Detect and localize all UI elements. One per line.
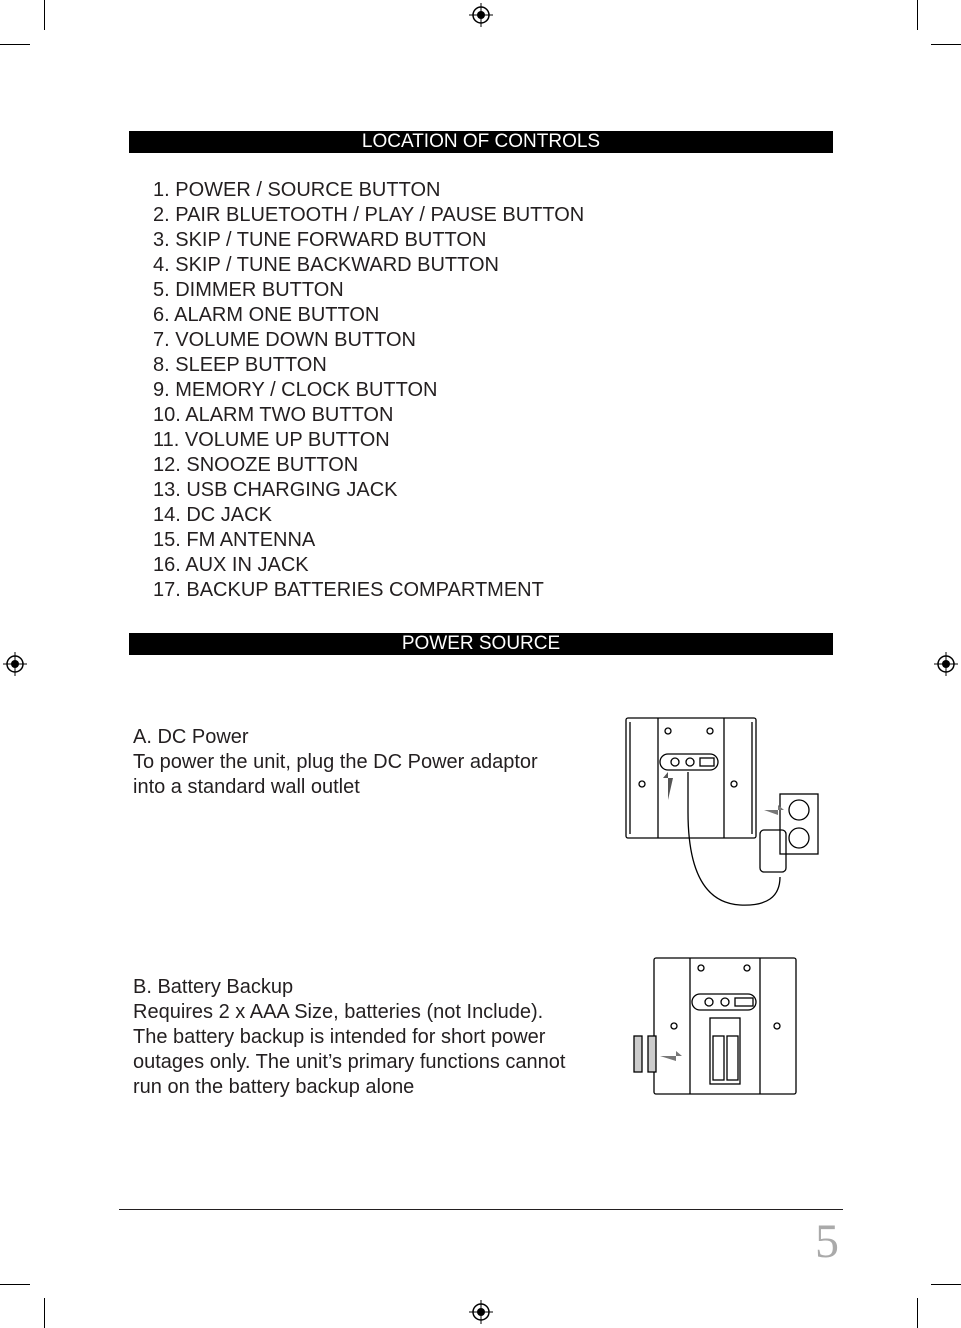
dc-power-line: into a standard wall outlet: [133, 776, 360, 798]
battery-backup-heading: B. Battery Backup: [133, 976, 294, 998]
control-item: 12. SNOOZE BUTTON: [153, 454, 359, 476]
control-item: 4. SKIP / TUNE BACKWARD BUTTON: [153, 254, 499, 276]
controls-list: 1. POWER / SOURCE BUTTON 2. PAIR BLUETOOT…: [153, 178, 584, 603]
dc-power-text: A. DC Power To power the unit, plug the …: [133, 725, 538, 800]
footer-rule: [119, 1209, 843, 1210]
control-item: 10. ALARM TWO BUTTON: [153, 404, 394, 426]
registration-mark-icon: [469, 1300, 493, 1324]
control-item: 11. VOLUME UP BUTTON: [153, 429, 390, 451]
section-header-controls: LOCATION OF CONTROLS: [129, 131, 833, 153]
control-item: 5. DIMMER BUTTON: [153, 279, 344, 301]
registration-mark-icon: [3, 652, 27, 676]
control-item: 6. ALARM ONE BUTTON: [153, 304, 380, 326]
battery-backup-illustration: [633, 957, 797, 1095]
control-item: 13. USB CHARGING JACK: [153, 479, 398, 501]
dc-power-line: To power the unit, plug the DC Power ada…: [133, 751, 538, 773]
control-item: 3. SKIP / TUNE FORWARD BUTTON: [153, 229, 487, 251]
control-item: 9. MEMORY / CLOCK BUTTON: [153, 379, 438, 401]
section-header-power: POWER SOURCE: [129, 633, 833, 655]
battery-backup-text: B. Battery Backup Requires 2 x AAA Size,…: [133, 975, 565, 1100]
control-item: 2. PAIR BLUETOOTH / PLAY / PAUSE BUTTON: [153, 204, 585, 226]
dc-power-heading: A. DC Power: [133, 726, 249, 748]
battery-backup-line: The battery backup is intended for short…: [133, 1026, 546, 1048]
control-item: 16. AUX IN JACK: [153, 554, 309, 576]
control-item: 17. BACKUP BATTERIES COMPARTMENT: [153, 579, 544, 601]
registration-mark-icon: [934, 652, 958, 676]
battery-backup-line: run on the battery backup alone: [133, 1076, 415, 1098]
control-item: 15. FM ANTENNA: [153, 529, 316, 551]
battery-backup-line: Requires 2 x AAA Size, batteries (not In…: [133, 1001, 544, 1023]
registration-mark-icon: [469, 3, 493, 27]
control-item: 8. SLEEP BUTTON: [153, 354, 327, 376]
control-item: 14. DC JACK: [153, 504, 272, 526]
battery-backup-line: outages only. The unit’s primary functio…: [133, 1051, 566, 1073]
dc-power-illustration: [625, 717, 819, 906]
control-item: 7. VOLUME DOWN BUTTON: [153, 329, 416, 351]
control-item: 1. POWER / SOURCE BUTTON: [153, 179, 441, 201]
page-number: 5: [815, 1215, 839, 1268]
manual-page: LOCATION OF CONTROLS 1. POWER / SOURCE B…: [0, 0, 961, 1328]
